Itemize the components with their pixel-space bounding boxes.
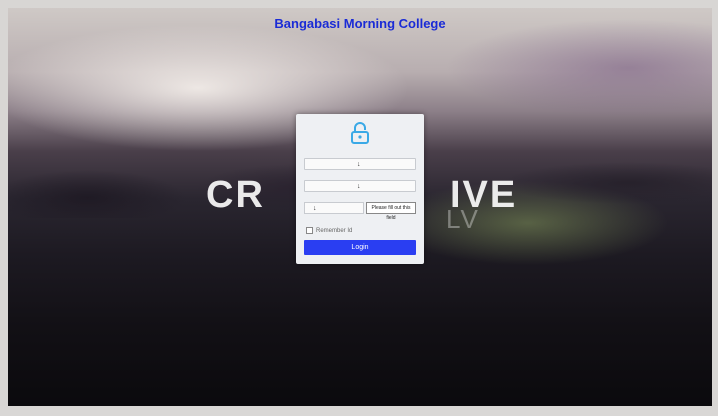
password-marker: ↓ — [357, 183, 361, 190]
remember-option[interactable]: Remember Id — [306, 227, 352, 234]
screen-bezel — [0, 406, 718, 416]
login-button[interactable]: Login — [304, 240, 416, 255]
captcha-tooltip: Please fill out this field — [366, 202, 416, 221]
watermark-ghost: LV — [446, 204, 480, 234]
login-card: ↓ ↓ ↓ Please fill out this field Remembe… — [296, 114, 424, 264]
watermark-left: CR — [206, 174, 265, 216]
username-marker: ↓ — [357, 161, 361, 168]
password-field[interactable]: ↓ — [304, 180, 416, 192]
remember-checkbox[interactable] — [306, 227, 313, 234]
captcha-marker: ↓ — [313, 205, 317, 212]
username-field[interactable]: ↓ — [304, 158, 416, 170]
lock-icon — [351, 122, 369, 144]
remember-label: Remember Id — [316, 227, 353, 234]
college-title: Bangabasi Morning College — [274, 16, 446, 31]
captcha-input[interactable]: ↓ — [304, 202, 364, 214]
desktop-background: Bangabasi Morning College CR IVE LV ↓ ↓ … — [8, 8, 712, 406]
